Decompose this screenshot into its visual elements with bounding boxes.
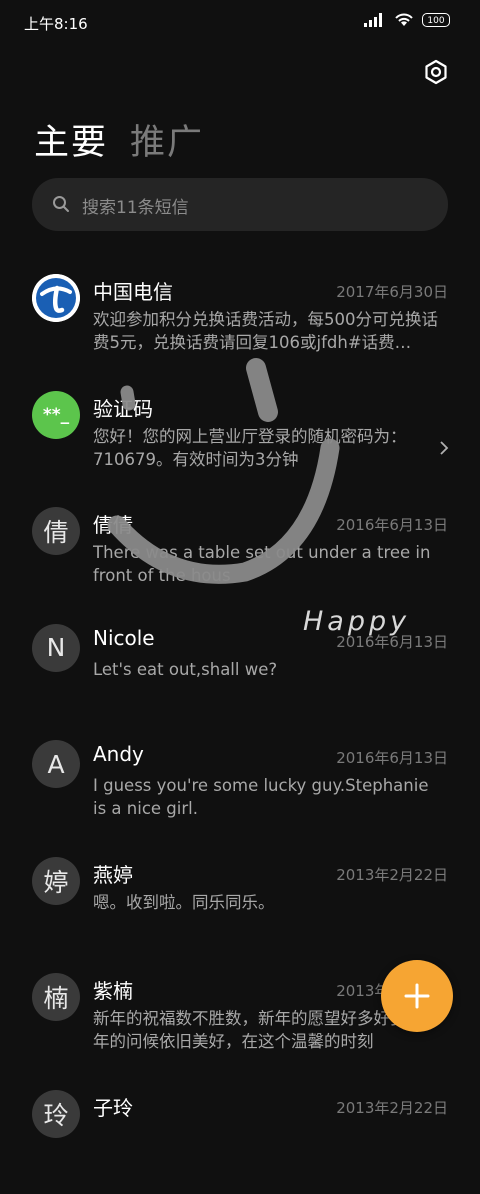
contact-name: Nicole: [93, 626, 155, 650]
status-time: 上午8:16: [24, 13, 88, 34]
contact-name: 紫楠: [93, 975, 133, 1004]
avatar: 倩: [32, 507, 80, 555]
message-date: 2016年6月13日: [336, 747, 448, 768]
settings-button[interactable]: [422, 58, 450, 86]
message-list: 中国电信 2017年6月30日 欢迎参加积分兑换话费活动，每500分可兑换话费5…: [0, 262, 480, 1194]
contact-name: 子玲: [93, 1092, 133, 1121]
message-row-yanting[interactable]: 婷 燕婷 2013年2月22日 嗯。收到啦。同乐同乐。: [0, 845, 480, 962]
new-message-button[interactable]: [381, 960, 453, 1032]
message-date: 2016年6月13日: [336, 514, 448, 535]
battery-icon: 100: [422, 13, 450, 27]
chevron-right-icon[interactable]: [438, 439, 450, 457]
contact-name: 燕婷: [93, 859, 133, 888]
china-telecom-logo-icon: [32, 274, 80, 322]
search-icon: [52, 195, 70, 213]
avatar: N: [32, 624, 80, 672]
avatar: A: [32, 740, 80, 788]
tab-bar: 主要 推广: [34, 114, 204, 165]
contact-name: 倩倩: [93, 509, 133, 538]
message-preview: There was a table set out under a tree i…: [93, 541, 445, 587]
message-row-qianqian[interactable]: 倩 倩倩 2016年6月13日 There was a table set ou…: [0, 495, 480, 612]
message-preview: Let's eat out,shall we?: [93, 658, 445, 681]
message-preview: 欢迎参加积分兑换话费活动，每500分可兑换话费5元，兑换话费请回复106或jfd…: [93, 308, 445, 354]
tab-promotion[interactable]: 推广: [130, 114, 204, 165]
message-preview: 嗯。收到啦。同乐同乐。: [93, 891, 445, 914]
message-date: 2016年6月13日: [336, 631, 448, 652]
message-row-ziling[interactable]: 玲 子玲 2013年2月22日: [0, 1078, 480, 1194]
message-date: 2013年2月22日: [336, 864, 448, 885]
contact-name: Andy: [93, 742, 144, 766]
avatar: [32, 274, 80, 322]
avatar: **_: [32, 391, 80, 439]
status-icons: 100: [364, 12, 450, 27]
avatar: 玲: [32, 1090, 80, 1138]
signal-icon: [364, 13, 386, 27]
message-row-andy[interactable]: A Andy 2016年6月13日 I guess you're some lu…: [0, 728, 480, 845]
message-date: 2017年6月30日: [336, 281, 448, 302]
contact-name: 中国电信: [93, 276, 173, 305]
plus-icon: [403, 982, 431, 1010]
tab-main[interactable]: 主要: [34, 114, 108, 165]
gear-icon: [422, 58, 450, 86]
message-preview: I guess you're some lucky guy.Stephanie …: [93, 774, 445, 820]
message-row-verification[interactable]: **_ 验证码 您好！您的网上营业厅登录的随机密码为：710679。有效时间为3…: [0, 379, 480, 496]
search-bar[interactable]: 搜索11条短信: [32, 178, 448, 231]
contact-name: 验证码: [93, 393, 153, 422]
message-date: 2013年2月22日: [336, 1097, 448, 1118]
message-row-nicole[interactable]: N Nicole 2016年6月13日 Let's eat out,shall …: [0, 612, 480, 729]
avatar: 楠: [32, 973, 80, 1021]
message-preview: 您好！您的网上营业厅登录的随机密码为：710679。有效时间为3分钟: [93, 425, 413, 471]
search-input[interactable]: 搜索11条短信: [82, 193, 189, 218]
message-row-china-telecom[interactable]: 中国电信 2017年6月30日 欢迎参加积分兑换话费活动，每500分可兑换话费5…: [0, 262, 480, 379]
status-bar: 上午8:16 100: [0, 0, 480, 46]
wifi-icon: [394, 12, 414, 27]
avatar: 婷: [32, 857, 80, 905]
